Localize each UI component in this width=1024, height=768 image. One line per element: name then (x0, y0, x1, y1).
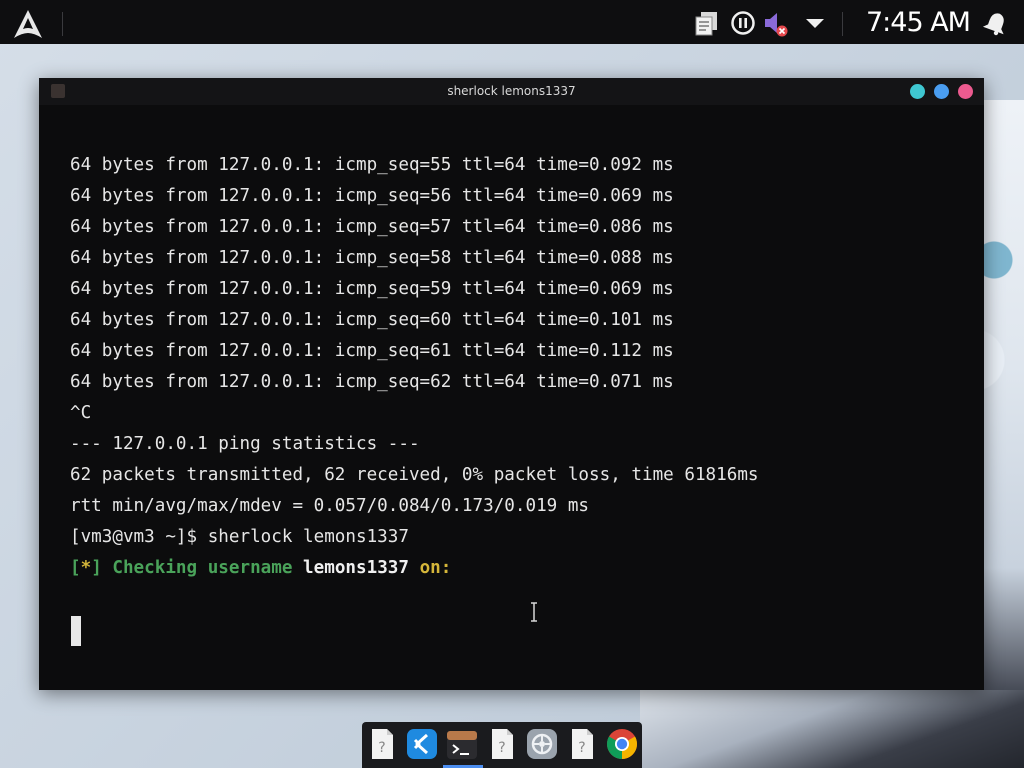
top-panel: 7:45 AM (0, 0, 1024, 44)
terminal-output[interactable]: 64 bytes from 127.0.0.1: icmp_seq=55 ttl… (70, 150, 970, 584)
svg-text:?: ? (578, 740, 585, 756)
panel-separator (62, 12, 63, 36)
window-titlebar[interactable]: sherlock lemons1337 (39, 78, 984, 105)
status-star: * (80, 558, 92, 578)
dropdown-arrow-icon[interactable] (801, 9, 829, 37)
terminal-line: ^C (70, 403, 92, 423)
terminal-cursor (71, 616, 81, 646)
terminal-line: 62 packets transmitted, 62 received, 0% … (70, 465, 759, 485)
arch-logo-icon[interactable] (12, 9, 44, 39)
status-username: lemons1337 (303, 558, 409, 578)
vscode-icon[interactable] (405, 727, 439, 761)
status-on-text: on: (419, 558, 452, 578)
terminal-line: --- 127.0.0.1 ping statistics --- (70, 434, 420, 454)
wallpaper-art-bottom (640, 690, 1024, 768)
dock: ? ? ? (362, 722, 642, 768)
minimize-button[interactable] (910, 84, 925, 99)
unknown-file-icon[interactable]: ? (485, 727, 519, 761)
terminal-line: 64 bytes from 127.0.0.1: icmp_seq=57 ttl… (70, 217, 674, 237)
chrome-icon[interactable] (605, 727, 639, 761)
maximize-button[interactable] (934, 84, 949, 99)
terminal-window[interactable]: sherlock lemons1337 64 bytes from 127.0.… (39, 78, 984, 690)
terminal-line: rtt min/avg/max/mdev = 0.057/0.084/0.173… (70, 496, 590, 516)
terminal-line: 64 bytes from 127.0.0.1: icmp_seq=58 ttl… (70, 248, 674, 268)
terminal-line: 64 bytes from 127.0.0.1: icmp_seq=60 ttl… (70, 310, 674, 330)
close-button[interactable] (958, 84, 973, 99)
clipboard-icon[interactable] (693, 9, 721, 37)
unknown-file-icon[interactable]: ? (365, 727, 399, 761)
mouse-ibeam-cursor (531, 602, 537, 622)
terminal-line: 64 bytes from 127.0.0.1: icmp_seq=55 ttl… (70, 155, 674, 175)
clock[interactable]: 7:45 AM (866, 6, 971, 40)
status-bracket-open: [ (70, 558, 81, 578)
sherlock-status-line: [*] Checking username lemons1337 on: (70, 553, 970, 584)
terminal-line: 64 bytes from 127.0.0.1: icmp_seq=59 ttl… (70, 279, 674, 299)
svg-text:?: ? (378, 740, 385, 756)
settings-icon[interactable] (525, 727, 559, 761)
terminal-line: 64 bytes from 127.0.0.1: icmp_seq=62 ttl… (70, 372, 674, 392)
unknown-file-icon[interactable]: ? (565, 727, 599, 761)
panel-separator (842, 12, 843, 36)
status-checking-text: Checking username (112, 558, 293, 578)
window-title: sherlock lemons1337 (447, 84, 576, 98)
status-bracket-close: ] (91, 558, 102, 578)
pause-icon[interactable] (729, 9, 757, 37)
notifications-icon[interactable] (982, 9, 1010, 37)
terminal-line: 64 bytes from 127.0.0.1: icmp_seq=61 ttl… (70, 341, 674, 361)
terminal-icon[interactable] (445, 727, 479, 761)
svg-text:?: ? (498, 740, 505, 756)
desktop: 7:45 AM sherlock lemons1337 64 bytes fro… (0, 0, 1024, 768)
terminal-prompt-line: [vm3@vm3 ~]$ sherlock lemons1337 (70, 527, 409, 547)
volume-muted-icon[interactable] (761, 9, 789, 37)
terminal-line: 64 bytes from 127.0.0.1: icmp_seq=56 ttl… (70, 186, 674, 206)
